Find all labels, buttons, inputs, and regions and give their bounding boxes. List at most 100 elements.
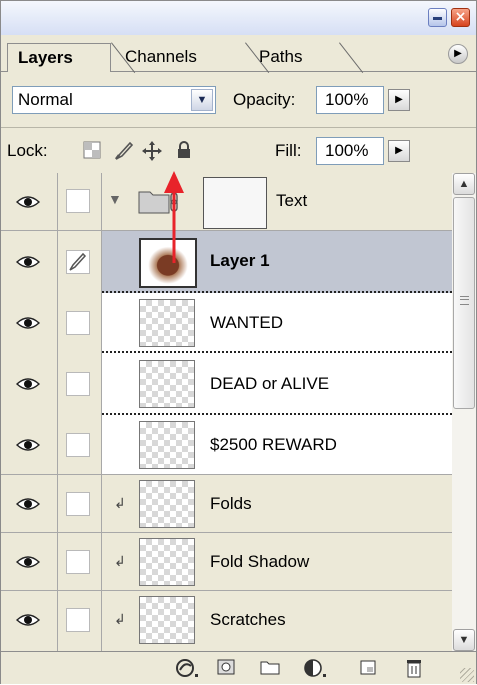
layer-row-wanted[interactable]: WANTED bbox=[1, 293, 452, 353]
layer-name[interactable]: Text bbox=[276, 191, 307, 211]
link-layers-icon[interactable] bbox=[175, 657, 198, 679]
visibility-toggle[interactable] bbox=[1, 231, 58, 293]
chevron-down-icon[interactable]: ▼ bbox=[191, 89, 213, 111]
scroll-thumb[interactable] bbox=[453, 197, 475, 409]
trash-icon[interactable] bbox=[403, 657, 425, 679]
fill-label: Fill: bbox=[275, 141, 302, 160]
adjustment-layer-icon[interactable] bbox=[303, 657, 326, 679]
link-cell[interactable] bbox=[58, 353, 102, 415]
layer-row-fold-shadow[interactable]: ↲ Fold Shadow bbox=[1, 533, 452, 591]
layer-main: Layer 1 bbox=[102, 231, 452, 293]
eye-icon[interactable] bbox=[16, 316, 40, 330]
layer-thumbnail[interactable] bbox=[139, 360, 195, 408]
link-box bbox=[66, 492, 90, 516]
link-cell[interactable] bbox=[58, 173, 102, 231]
layer-name[interactable]: Fold Shadow bbox=[210, 552, 309, 572]
blend-mode-value: Normal bbox=[18, 90, 73, 109]
minimize-button[interactable] bbox=[428, 8, 447, 27]
opacity-slider-button[interactable]: ▶ bbox=[388, 89, 410, 111]
tab-channels[interactable]: Channels bbox=[115, 43, 245, 71]
lock-row: Lock: Fill: 100% ▶ bbox=[1, 127, 476, 174]
layer-thumbnail[interactable] bbox=[139, 299, 195, 347]
link-cell[interactable] bbox=[58, 533, 102, 591]
layers-list: ▼ Text Layer 1 WANTED DEAD or ALIVE $250… bbox=[1, 173, 452, 651]
grip-icon bbox=[460, 296, 469, 305]
panel-tabs: Layers Channels Paths ▶ bbox=[1, 35, 476, 73]
visibility-toggle[interactable] bbox=[1, 353, 58, 415]
layer-main: DEAD or ALIVE bbox=[102, 353, 452, 415]
eye-icon[interactable] bbox=[16, 613, 40, 627]
layer-name[interactable]: Scratches bbox=[210, 610, 286, 630]
eye-icon[interactable] bbox=[16, 377, 40, 391]
visibility-toggle[interactable] bbox=[1, 293, 58, 353]
eye-icon[interactable] bbox=[16, 195, 40, 209]
layer-thumbnail[interactable] bbox=[139, 596, 195, 644]
link-cell[interactable] bbox=[58, 591, 102, 651]
scroll-up-button[interactable]: ▲ bbox=[453, 173, 475, 195]
lock-pixels-brush-icon[interactable] bbox=[113, 140, 135, 162]
link-cell[interactable] bbox=[58, 475, 102, 533]
layer-row-folds[interactable]: ↲ Folds bbox=[1, 475, 452, 533]
tab-paths[interactable]: Paths bbox=[249, 43, 339, 71]
clipping-arrow-icon: ↲ bbox=[114, 611, 126, 627]
eye-icon[interactable] bbox=[16, 438, 40, 452]
layer-name[interactable]: WANTED bbox=[210, 313, 283, 333]
layer-name[interactable]: Layer 1 bbox=[210, 251, 270, 271]
brush-icon bbox=[69, 252, 87, 271]
layer-row-scratches[interactable]: ↲ Scratches bbox=[1, 591, 452, 651]
fill-slider-button[interactable]: ▶ bbox=[388, 140, 410, 162]
layer-thumbnail[interactable] bbox=[139, 480, 195, 528]
lock-transparency-icon[interactable] bbox=[81, 140, 103, 162]
link-cell[interactable] bbox=[58, 293, 102, 353]
new-group-icon[interactable] bbox=[259, 657, 281, 679]
link-box bbox=[66, 250, 90, 274]
eye-icon[interactable] bbox=[16, 497, 40, 511]
layer-thumbnail[interactable] bbox=[139, 538, 195, 586]
layer-name[interactable]: Folds bbox=[210, 494, 252, 514]
lock-all-padlock-icon[interactable] bbox=[173, 140, 195, 162]
tab-layers[interactable]: Layers bbox=[7, 43, 111, 72]
new-layer-icon[interactable] bbox=[357, 657, 379, 679]
visibility-toggle[interactable] bbox=[1, 475, 58, 533]
layer-main: ↲ Scratches bbox=[102, 591, 452, 651]
layer-row-group-text[interactable]: ▼ Text bbox=[1, 173, 452, 231]
visibility-toggle[interactable] bbox=[1, 591, 58, 651]
opacity-value: 100% bbox=[325, 90, 369, 109]
lock-position-move-icon[interactable] bbox=[141, 140, 163, 162]
layer-main: ↲ Folds bbox=[102, 475, 452, 533]
panel-menu-button[interactable]: ▶ bbox=[448, 44, 468, 64]
lock-label: Lock: bbox=[7, 141, 48, 160]
layer-row-dead-or-alive[interactable]: DEAD or ALIVE bbox=[1, 353, 452, 415]
panel-title-bar: × bbox=[1, 1, 476, 35]
close-button[interactable]: × bbox=[451, 8, 470, 27]
resize-grip[interactable] bbox=[460, 668, 474, 682]
visibility-toggle[interactable] bbox=[1, 533, 58, 591]
link-box bbox=[66, 311, 90, 335]
eye-icon[interactable] bbox=[16, 555, 40, 569]
link-cell[interactable] bbox=[58, 231, 102, 293]
layer-row-layer-1[interactable]: Layer 1 bbox=[1, 231, 452, 293]
layer-mask-thumbnail[interactable] bbox=[203, 177, 267, 229]
layer-main: $2500 REWARD bbox=[102, 415, 452, 475]
layer-name[interactable]: DEAD or ALIVE bbox=[210, 374, 329, 394]
layer-name[interactable]: $2500 REWARD bbox=[210, 435, 337, 455]
link-box bbox=[66, 608, 90, 632]
opacity-field[interactable]: 100% bbox=[316, 86, 384, 114]
layer-thumbnail[interactable] bbox=[139, 421, 195, 469]
fill-field[interactable]: 100% bbox=[316, 137, 384, 165]
blend-row: Normal ▼ Opacity: 100% ▶ bbox=[1, 72, 476, 126]
eye-icon[interactable] bbox=[16, 255, 40, 269]
link-cell[interactable] bbox=[58, 415, 102, 475]
scrollbar[interactable]: ▲ ▼ bbox=[452, 173, 476, 651]
scroll-down-button[interactable]: ▼ bbox=[453, 629, 475, 651]
link-box bbox=[66, 189, 90, 213]
layer-mask-icon[interactable] bbox=[215, 657, 237, 679]
layer-row-reward[interactable]: $2500 REWARD bbox=[1, 415, 452, 475]
expand-triangle-icon[interactable]: ▼ bbox=[108, 191, 122, 207]
fill-value: 100% bbox=[325, 141, 369, 160]
visibility-toggle[interactable] bbox=[1, 173, 58, 231]
layers-panel: × Layers Channels Paths ▶ Normal ▼ Opaci… bbox=[0, 0, 477, 684]
visibility-toggle[interactable] bbox=[1, 415, 58, 475]
blend-mode-select[interactable]: Normal ▼ bbox=[12, 86, 216, 114]
tab-divider bbox=[339, 42, 364, 73]
